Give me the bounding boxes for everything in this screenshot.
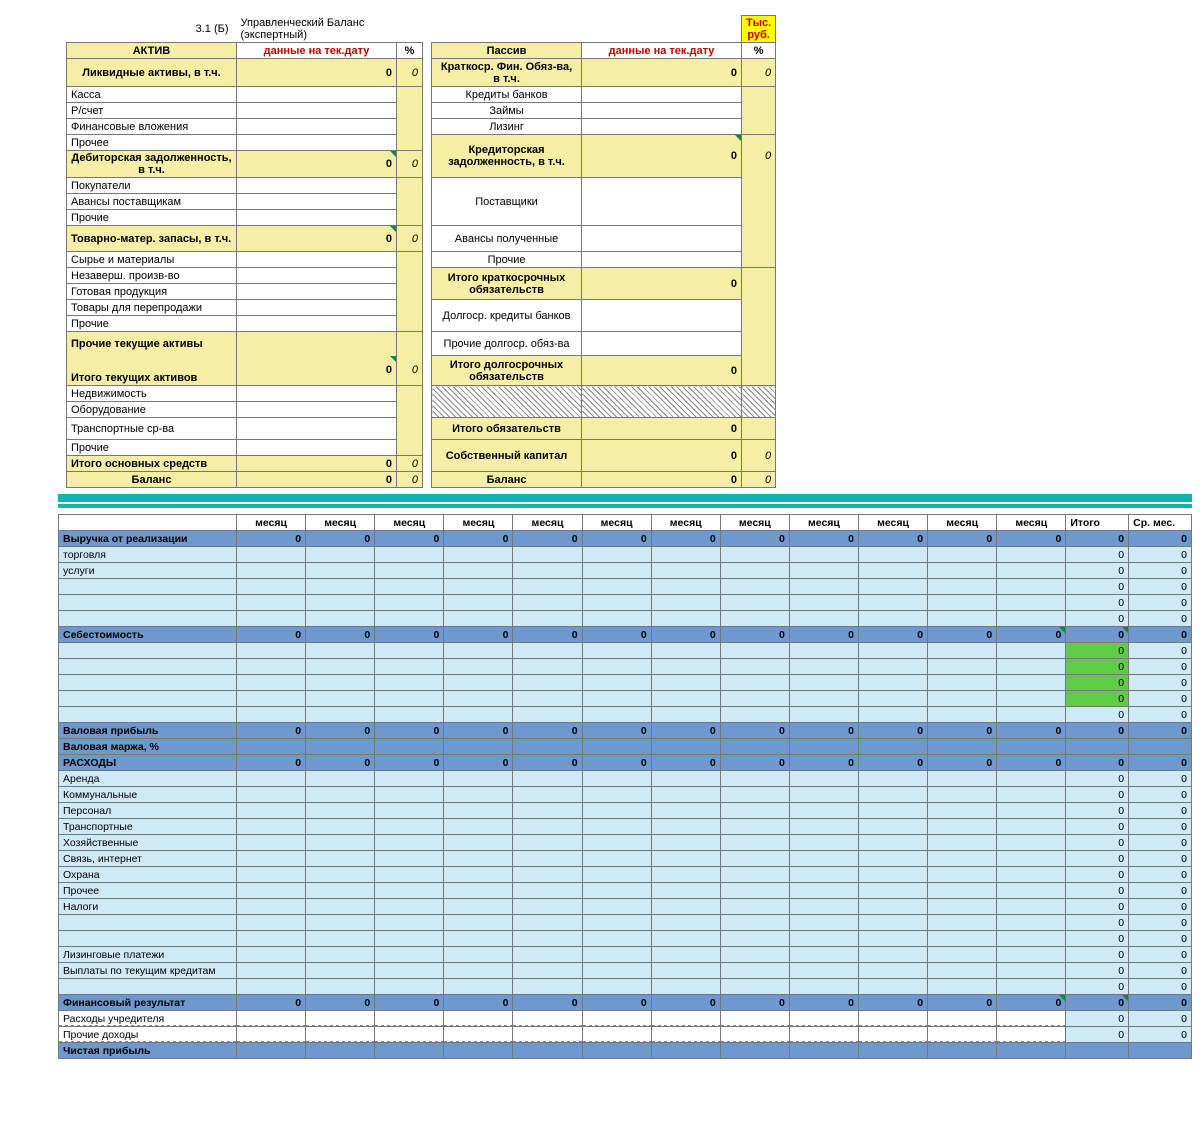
pct-p: % — [742, 43, 776, 59]
section-code: 3.1 (Б) — [67, 16, 237, 43]
asof-a: данные на тек.дату — [237, 43, 397, 59]
section-title: Управленческий Баланс (экспертный) — [237, 16, 432, 43]
separator — [58, 494, 1192, 502]
balance-table: 3.1 (Б) Управленческий Баланс (экспертны… — [66, 15, 776, 488]
passiv-head: Пассив — [432, 43, 582, 59]
asof-p: данные на тек.дату — [582, 43, 742, 59]
unit-badge: Тыс. руб. — [742, 16, 776, 43]
pl-table: месяцмесяцмесяцмесяцмесяцмесяцмесяцмесяц… — [58, 514, 1192, 1059]
pct-a: % — [397, 43, 423, 59]
aktiv-head: АКТИВ — [67, 43, 237, 59]
